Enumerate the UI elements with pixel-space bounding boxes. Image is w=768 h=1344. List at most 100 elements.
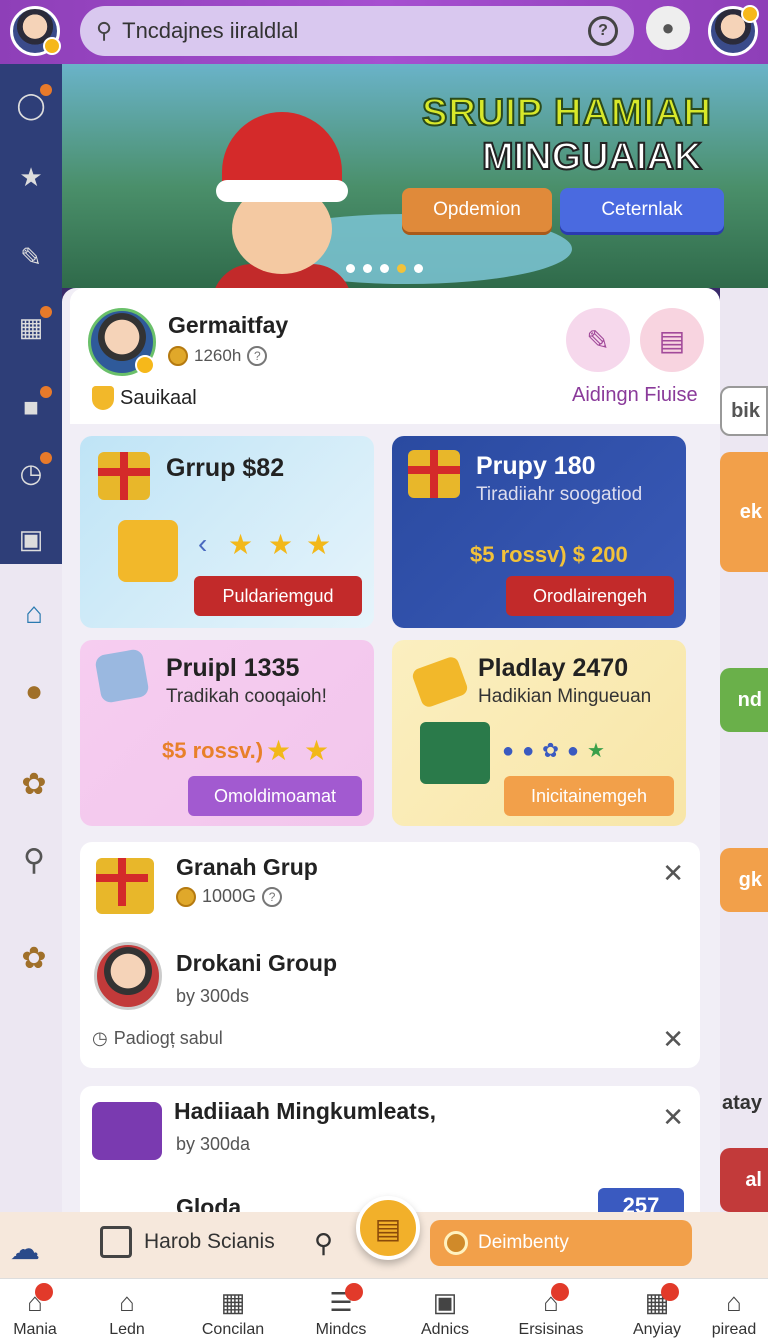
edit-round-button[interactable]: ✎ <box>566 308 630 372</box>
gift-icon <box>96 858 154 914</box>
group-item-sub: by 300ds <box>176 986 250 1006</box>
bottom-nav: ⌂ Mania ⌂ Ledn ▦ Concilan ☰ Mindcs ▣ Adnics ⌂… <box>0 1278 768 1344</box>
account-avatar[interactable] <box>708 5 759 56</box>
rail-wallet-icon[interactable]: ■ <box>14 386 52 424</box>
search-icon: ⚲ <box>96 18 113 43</box>
card-title: Pladlay 2470 <box>478 654 629 682</box>
close-icon[interactable]: ✕ <box>662 1024 684 1055</box>
promo-banner[interactable]: SRUIP HAMIAH MINGUAIAK Opdemion Ceternla… <box>62 64 768 288</box>
rail-pencil-icon[interactable]: ✎ <box>14 240 48 274</box>
group-points: 1000G ? <box>176 886 283 907</box>
main-panel: Germaitfay 1260h ? Sauikaal ✎ ▤ Aidingn … <box>62 288 720 1344</box>
card-pladlay[interactable]: Pladlay 2470 Hadikian Mingueuan ●●✿●★ In… <box>392 640 686 826</box>
right-tag-6[interactable]: al <box>720 1148 768 1212</box>
profile-name: Germaitfay <box>168 312 289 338</box>
card-button[interactable]: Puldariemgud <box>194 576 362 616</box>
star-icon: ★ <box>304 735 330 766</box>
home-icon[interactable]: ⌂ <box>14 594 54 634</box>
chevron-left-icon[interactable]: ‹ <box>198 528 207 560</box>
chat-icon: ▣ <box>432 1287 458 1317</box>
center-fab-button[interactable]: ▤ <box>356 1196 420 1260</box>
member-avatar[interactable] <box>94 942 162 1010</box>
card-subtitle: Tiradiiahr soogatiod <box>476 484 643 505</box>
shield-icon <box>92 386 114 410</box>
reward-sub: by 300da <box>176 1134 251 1154</box>
coin-icon <box>176 886 196 907</box>
top-bar: ⚲ Tncdajnes iiraldlal ? ● <box>0 0 768 64</box>
right-tag-2[interactable]: ek <box>720 452 768 572</box>
right-tag-4[interactable]: gk <box>720 848 768 912</box>
bag-round-button[interactable]: ▤ <box>640 308 704 372</box>
card-title: Pruipl 1335 <box>166 654 300 682</box>
nav-item-mania[interactable]: ⌂ Mania <box>0 1283 80 1339</box>
rail-calendar-icon[interactable]: ▦ <box>14 306 52 344</box>
rail-box-icon[interactable]: ▣ <box>14 522 48 556</box>
checklist-icon <box>100 1226 132 1258</box>
coin-jar-icon <box>118 520 178 582</box>
card-title: Grrup $82 <box>166 454 285 482</box>
leaf-icon[interactable]: ✿ <box>14 764 54 804</box>
profile-card: Germaitfay 1260h ? Sauikaal ✎ ▤ Aidingn … <box>70 288 720 424</box>
purple-gift-icon <box>92 1102 162 1160</box>
nav-item-mindcs[interactable]: ☰ Mindcs <box>296 1283 386 1339</box>
group-card[interactable]: Granah Grup 1000G ? ✕ Drokani Group by 3… <box>80 842 700 1068</box>
action-orange-button[interactable]: Deimbenty <box>430 1220 692 1266</box>
close-icon[interactable]: ✕ <box>662 1102 684 1133</box>
nav-item-ersisinas[interactable]: ⌂ Ersisinas <box>506 1283 596 1339</box>
cloud-icon[interactable]: ☁ <box>10 1232 40 1267</box>
right-tag-3[interactable]: nd <box>720 668 768 732</box>
sliders-icon: ☰ <box>329 1283 363 1319</box>
search-input[interactable]: Tncdajnes iiraldlal <box>122 18 588 44</box>
store-icon: ⌂ <box>543 1283 569 1319</box>
cookie-icon[interactable]: ✿ <box>14 938 54 978</box>
gift-icon <box>98 452 150 500</box>
right-tag-1[interactable]: bik <box>720 386 768 436</box>
info-icon[interactable]: ? <box>247 346 268 366</box>
profile-avatar[interactable] <box>10 6 61 56</box>
card-prupy[interactable]: Prupy 180 Tiradiiahr soogatiod $5 rossv)… <box>392 436 686 628</box>
group-footer: ◷ Padiogț sabul <box>92 1028 223 1048</box>
card-pruipl[interactable]: Pruipl 1335 Tradikah cooqaioh! $5 rossv.… <box>80 640 374 826</box>
search-coin-icon[interactable]: ⚲ <box>14 840 54 880</box>
help-icon[interactable]: ? <box>588 16 618 46</box>
banner-title-2: MINGUAIAK <box>481 135 703 179</box>
card-button[interactable]: Omoldimoamat <box>188 776 362 816</box>
rail-coin-icon[interactable]: ◯ <box>14 84 52 122</box>
nav-item-ledn[interactable]: ⌂ Ledn <box>82 1287 172 1339</box>
user-icon[interactable]: ● <box>646 6 690 50</box>
star-icon: ★ <box>268 529 294 560</box>
profile-card-avatar[interactable] <box>88 308 156 376</box>
card-subtitle: Hadikian Mingueuan <box>478 686 652 707</box>
action-label[interactable]: Harob Scianis <box>100 1226 275 1258</box>
card-grrup[interactable]: Grrup $82 ‹ ★ ★ ★ Puldariemgud <box>80 436 374 628</box>
nav-item-concilan[interactable]: ▦ Concilan <box>188 1287 278 1339</box>
rail-star-icon[interactable]: ★ <box>14 160 48 194</box>
banner-button-1[interactable]: Opdemion <box>402 188 552 232</box>
coin-icon <box>168 346 188 366</box>
ticket-icon <box>94 648 150 704</box>
card-button[interactable]: Inicitainemgeh <box>504 776 674 816</box>
reward-icons: ●●✿●★ <box>502 740 613 762</box>
card-button[interactable]: Orodlairengeh <box>506 576 674 616</box>
banner-button-2[interactable]: Ceternlak <box>560 188 724 232</box>
profile-link[interactable]: Aidingn Fiuise <box>572 384 698 407</box>
search-icon[interactable]: ⚲ <box>314 1228 333 1259</box>
search-bar[interactable]: ⚲ Tncdajnes iiraldlal ? <box>80 6 634 56</box>
nav-item-piread[interactable]: ⌂ piread <box>694 1287 768 1339</box>
close-icon[interactable]: ✕ <box>662 858 684 889</box>
left-rail: ◯ ★ ✎ ▦ ■ ◷ ▣ <box>0 64 62 564</box>
coin-icon <box>444 1231 468 1255</box>
coin-icon[interactable]: ● <box>14 672 54 712</box>
star-icon: ★ <box>228 529 254 560</box>
reward-title: Hadiiaah Mingkumleats, <box>174 1098 437 1124</box>
star-icon: ★ <box>266 735 292 766</box>
nav-item-adnics[interactable]: ▣ Adnics <box>400 1287 490 1339</box>
building-icon: ▦ <box>220 1287 246 1317</box>
nav-item-anyiay[interactable]: ▦ Anyiay <box>612 1283 702 1339</box>
banner-title-1: SRUIP HAMIAH <box>421 91 712 135</box>
home-icon: ⌂ <box>27 1283 53 1319</box>
info-icon[interactable]: ? <box>262 886 283 907</box>
carousel-dots[interactable] <box>346 264 423 273</box>
profile-rank: Sauikaal <box>92 386 197 410</box>
rail-timer-icon[interactable]: ◷ <box>14 452 52 490</box>
